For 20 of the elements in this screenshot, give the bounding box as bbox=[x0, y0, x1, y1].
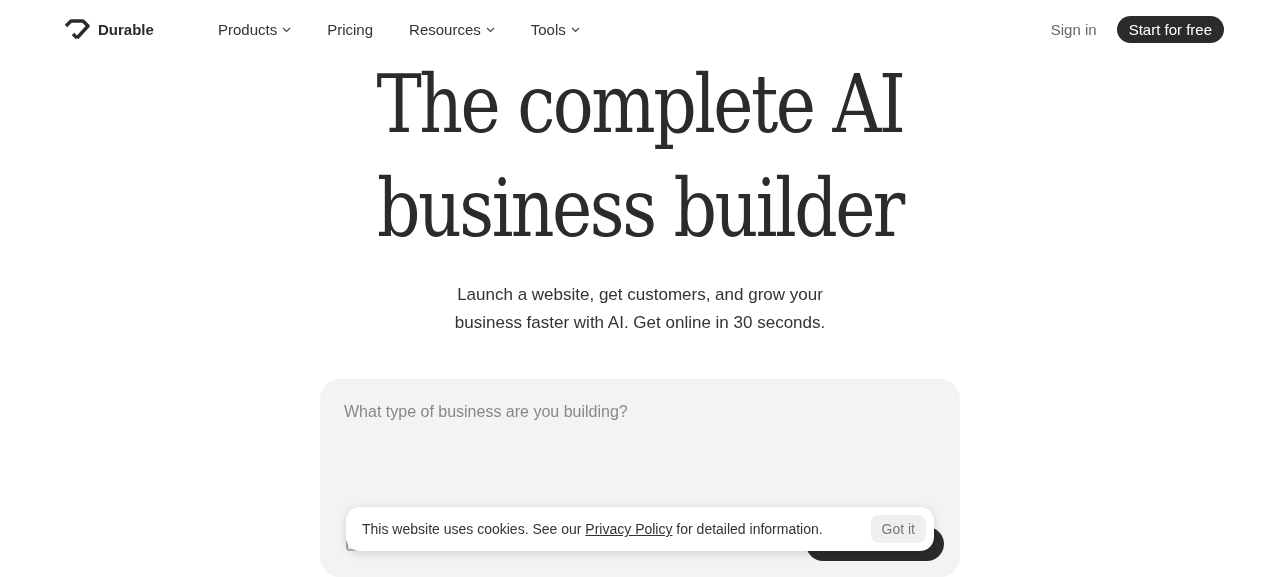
hero-subtitle: business faster with AI. Get online in 30 seconds. bbox=[454, 312, 826, 335]
hero-subtitle: Launch a website, get customers, and grow your bbox=[457, 284, 823, 307]
cookie-message: This website uses cookies. See our Privacy Policy for detailed information. bbox=[362, 521, 823, 538]
nav-link[interactable]: Resources bbox=[409, 21, 495, 39]
chevron-down-icon bbox=[570, 26, 580, 33]
privacy-policy-link[interactable]: Privacy Policy bbox=[585, 521, 673, 538]
nav-link[interactable]: Products bbox=[218, 21, 292, 39]
business-type-input[interactable]: What type of business are you building? bbox=[344, 403, 944, 494]
logo-icon bbox=[64, 18, 90, 41]
chevron-down-icon bbox=[282, 26, 292, 33]
start-for-free-button[interactable]: Start for free bbox=[1116, 16, 1224, 44]
got-it-button[interactable]: Got it bbox=[870, 515, 926, 544]
chevron-down-icon bbox=[485, 26, 495, 33]
sign-in-link[interactable]: Sign in bbox=[1050, 21, 1097, 39]
business-type-field[interactable]: What type of business are you building? This website uses cookies. See our Privacy Policy for detailed information. Got it bbox=[320, 379, 960, 577]
nav-link[interactable]: Tools bbox=[530, 21, 580, 39]
hero-heading: The complete AI bbox=[376, 57, 904, 154]
nav-link[interactable]: Pricing bbox=[327, 21, 374, 39]
brand-name: Durable bbox=[98, 21, 154, 39]
hero-heading: business builder bbox=[377, 161, 903, 258]
